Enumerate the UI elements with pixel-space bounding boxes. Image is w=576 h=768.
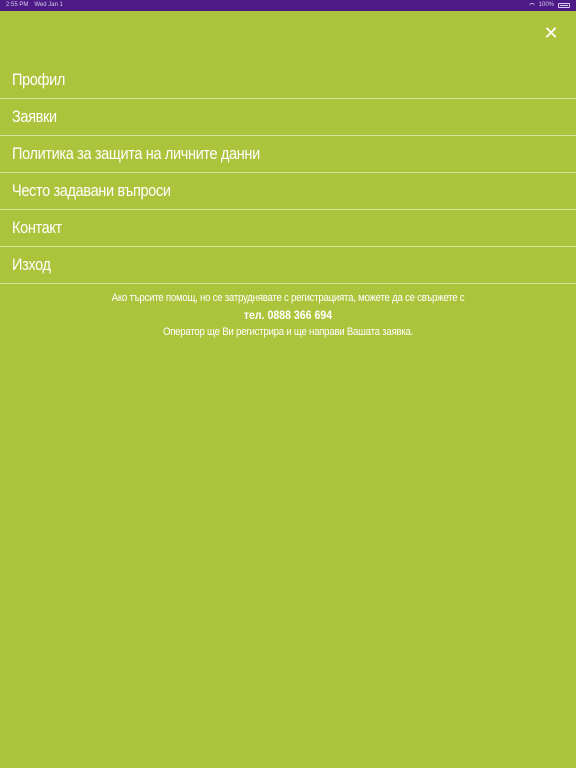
close-icon: ✕: [543, 23, 559, 44]
menu-item-label: Политика за защита на личните данни: [12, 144, 260, 163]
help-block: Ако търсите помощ, но се затруднявате с …: [0, 290, 576, 340]
help-phone-link[interactable]: тел. 0888 366 694: [35, 306, 542, 324]
status-right: 100%: [528, 0, 570, 11]
help-operator-text: Оператор ще Ви регистрира и ще направи В…: [162, 326, 414, 338]
help-text: Ако търсите помощ, но се затруднявате с …: [111, 292, 465, 304]
menu-item-logout[interactable]: Изход: [0, 247, 576, 284]
status-time: 2:55 PM: [6, 2, 29, 8]
battery-icon: [558, 3, 570, 8]
status-bar: 2:55 PM Wed Jan 1 100%: [0, 0, 576, 11]
main-menu: Профил Заявки Политика за защита на личн…: [0, 62, 576, 284]
status-date: Wed Jan 1: [34, 2, 63, 8]
close-button[interactable]: ✕: [538, 22, 564, 46]
battery-percent: 100%: [538, 2, 554, 8]
menu-item-requests[interactable]: Заявки: [0, 99, 576, 136]
menu-item-profile[interactable]: Профил: [0, 62, 576, 99]
menu-item-label: Често задавани въпроси: [12, 181, 171, 200]
menu-item-privacy-policy[interactable]: Политика за защита на личните данни: [0, 136, 576, 173]
wifi-icon: [528, 2, 535, 9]
menu-item-contact[interactable]: Контакт: [0, 210, 576, 247]
menu-item-label: Контакт: [12, 218, 62, 237]
menu-item-label: Профил: [12, 70, 66, 89]
menu-item-label: Заявки: [12, 107, 57, 126]
status-left: 2:55 PM Wed Jan 1: [6, 0, 63, 11]
menu-item-faq[interactable]: Често задавани въпроси: [0, 173, 576, 210]
menu-item-label: Изход: [12, 255, 51, 274]
